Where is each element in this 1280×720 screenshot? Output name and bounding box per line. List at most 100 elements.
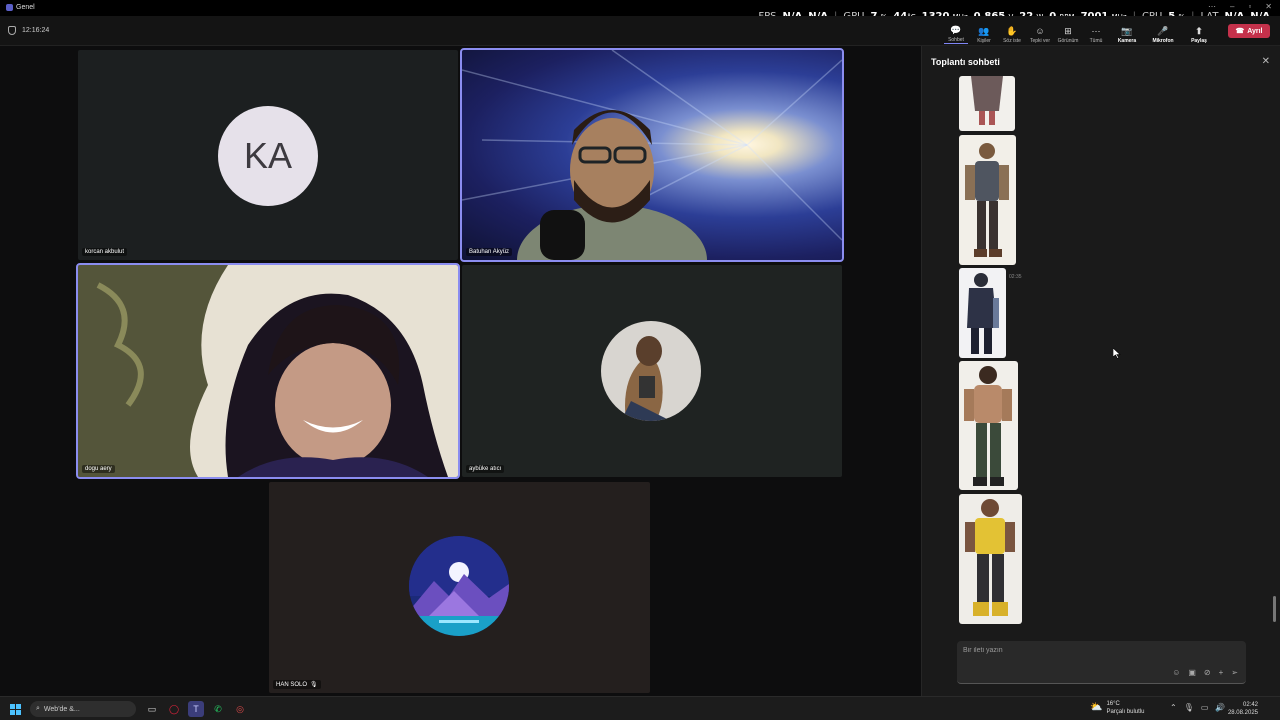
- more-options-icon[interactable]: ⋯: [1208, 2, 1216, 11]
- name-text: HAN SOLO: [276, 681, 308, 688]
- meeting-toolbar: 💬 Sohbet 👥 Kişiler ✋ Söz iste ☺ Tepki ver ⊞ G…: [944, 22, 1214, 44]
- mic-label: Mikrofon: [1152, 38, 1174, 44]
- chat-panel: Toplantı sohbeti ✕ 02:35 Bir ileti yazın…: [921, 46, 1280, 696]
- windows-start-icon[interactable]: [10, 704, 21, 715]
- close-window-icon[interactable]: ✕: [1265, 2, 1272, 11]
- participant-name: dogu aery: [82, 465, 115, 473]
- name-text: dogu aery: [85, 466, 112, 472]
- participant-name: HAN SOLO 🎙: [273, 680, 321, 689]
- weather-icon: ⛅: [1090, 702, 1103, 713]
- maximize-icon[interactable]: ▫: [1248, 2, 1251, 11]
- avatar: [601, 321, 701, 421]
- chevron-up-icon[interactable]: ⌃: [1170, 703, 1177, 712]
- chat-label: Sohbet: [948, 37, 964, 43]
- whatsapp-icon[interactable]: ✆: [210, 701, 226, 717]
- avatar: KA: [218, 106, 318, 206]
- share-icon: ⬆: [1195, 26, 1203, 36]
- chat-scrollbar[interactable]: [1273, 596, 1276, 622]
- chat-title: Toplantı sohbeti: [931, 57, 1000, 67]
- volume-icon[interactable]: 🔊: [1215, 703, 1225, 712]
- leave-label: Ayrıl: [1247, 27, 1263, 35]
- participant-name: aybüke atıcı: [466, 465, 505, 473]
- avatar: [409, 536, 509, 636]
- more-label: Tümü: [1089, 38, 1103, 44]
- window-title: Genel: [16, 4, 35, 11]
- opera-icon[interactable]: ◯: [166, 701, 182, 717]
- shield-icon: [8, 26, 16, 35]
- search-text: Web'de &...: [43, 705, 80, 713]
- network-icon[interactable]: ▭: [1201, 703, 1209, 712]
- plus-icon[interactable]: +: [1219, 668, 1224, 677]
- weather-temp: 16°C: [1106, 701, 1120, 707]
- hand-icon: ✋: [1006, 26, 1018, 36]
- mic-button[interactable]: 🎤 Mikrofon: [1146, 22, 1180, 45]
- mouse-cursor-icon: [1113, 348, 1121, 359]
- grid-icon: ⊞: [1064, 26, 1072, 36]
- teams-logo-icon: [6, 4, 13, 11]
- taskbar: ⌕ Web'de &... ▭ ◯ T ✆ ◎ ⛅ 16°C Parçalı b…: [0, 696, 1280, 720]
- emoji-icon: ☺: [1035, 26, 1045, 36]
- taskbar-search[interactable]: ⌕ Web'de &...: [30, 701, 136, 717]
- people-label: Kişiler: [977, 38, 991, 44]
- share-button[interactable]: ⬆ Paylaş: [1184, 22, 1214, 45]
- participant-name: korcan akbulut: [82, 248, 128, 256]
- camera-off-icon: 📷: [1121, 26, 1133, 36]
- composer-actions: ☺ ▣ ⊘ + ➢: [1172, 668, 1238, 677]
- system-tray: ⌃ 🎙 ▭ 🔊: [1170, 703, 1225, 712]
- minimize-icon[interactable]: –: [1230, 2, 1234, 11]
- task-view-icon[interactable]: ▭: [144, 701, 160, 717]
- weather-widget[interactable]: ⛅ 16°C Parçalı bulutlu: [1090, 700, 1144, 716]
- camera-button[interactable]: 📷 Kamera: [1112, 22, 1142, 45]
- app-icon[interactable]: ◎: [232, 701, 248, 717]
- camera-label: Kamera: [1117, 38, 1137, 44]
- video-stage: KA korcan akbulut Batuhan Akyüz dogu aer…: [0, 46, 920, 696]
- meeting-timer: 12:16:24: [8, 26, 49, 35]
- share-label: Paylaş: [1191, 38, 1207, 44]
- raise-label: Söz iste: [1003, 38, 1021, 44]
- app-title: Genel: [6, 4, 35, 11]
- participant-tile[interactable]: HAN SOLO 🎙: [269, 482, 650, 693]
- window-controls: ⋯ – ▫ ✕: [1208, 2, 1272, 11]
- name-text: Batuhan Akyüz: [469, 249, 510, 255]
- search-icon: ⌕: [36, 705, 40, 712]
- message-timestamp: 02:35: [1009, 274, 1022, 280]
- people-button[interactable]: 👥 Kişiler: [972, 22, 996, 45]
- chat-image[interactable]: [959, 76, 1015, 131]
- chat-icon: 💬: [950, 25, 962, 35]
- react-button[interactable]: ☺ Tepki ver: [1028, 22, 1052, 45]
- gif-icon[interactable]: ▣: [1188, 668, 1196, 677]
- video-feed: [78, 265, 448, 477]
- participant-tile[interactable]: KA korcan akbulut: [78, 50, 458, 260]
- leave-button[interactable]: ☎ Ayrıl: [1228, 24, 1270, 38]
- chat-image[interactable]: [959, 135, 1016, 265]
- participant-tile[interactable]: Batuhan Akyüz: [460, 48, 844, 262]
- react-label: Tepki ver: [1029, 38, 1050, 44]
- more-button[interactable]: ⋯ Tümü: [1084, 22, 1108, 45]
- close-icon[interactable]: ✕: [1262, 56, 1270, 67]
- attach-icon[interactable]: ⊘: [1204, 668, 1211, 677]
- message-input[interactable]: [963, 647, 1163, 654]
- chat-button[interactable]: 💬 Sohbet: [944, 22, 968, 44]
- teams-icon[interactable]: T: [188, 701, 204, 717]
- clock-time: 02:42: [1242, 702, 1258, 708]
- weather-desc: Parçalı bulutlu: [1106, 709, 1145, 715]
- name-text: korcan akbulut: [85, 249, 125, 255]
- taskbar-apps: ▭ ◯ T ✆ ◎: [144, 701, 248, 717]
- microphone-icon: 🎤: [1157, 26, 1169, 36]
- view-button[interactable]: ⊞ Görünüm: [1056, 22, 1080, 45]
- chat-image[interactable]: [959, 268, 1006, 358]
- mic-off-icon: 🎙: [310, 682, 318, 688]
- more-icon: ⋯: [1091, 26, 1101, 36]
- raise-hand-button[interactable]: ✋ Söz iste: [1000, 22, 1024, 45]
- people-icon: 👥: [978, 26, 990, 36]
- chat-image[interactable]: [959, 361, 1018, 490]
- timer-text: 12:16:24: [22, 27, 50, 34]
- participant-tile[interactable]: dogu aery: [76, 263, 460, 479]
- participant-tile[interactable]: aybüke atıcı: [462, 265, 842, 477]
- send-icon[interactable]: ➢: [1231, 668, 1238, 677]
- microphone-icon[interactable]: 🎙: [1184, 703, 1194, 712]
- taskbar-clock[interactable]: 02:42 28.08.2025: [1228, 701, 1258, 717]
- chat-image[interactable]: [959, 494, 1022, 624]
- emoji-icon[interactable]: ☺: [1172, 668, 1180, 677]
- phone-hangup-icon: ☎: [1235, 28, 1245, 35]
